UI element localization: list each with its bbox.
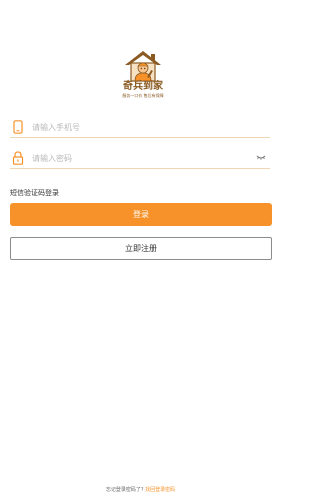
login-button[interactable]: 登录 xyxy=(10,203,272,226)
phone-input[interactable] xyxy=(32,118,252,136)
eye-closed-icon[interactable] xyxy=(256,154,266,162)
phone-icon xyxy=(13,120,23,134)
sms-login-link[interactable]: 短信验证码登录 xyxy=(10,188,59,198)
app-logo: 奇兵到家 服务一口价 售后有保障 xyxy=(120,50,166,100)
logo-subtitle: 服务一口价 售后有保障 xyxy=(122,93,164,98)
password-input[interactable] xyxy=(32,149,252,167)
recover-password-link[interactable]: 找回登录密码 xyxy=(145,487,175,493)
lock-icon xyxy=(12,151,24,165)
forgot-password-question: 忘记登录密码了? xyxy=(105,487,144,493)
logo-title: 奇兵到家 xyxy=(123,81,163,92)
phone-field xyxy=(10,117,270,138)
register-button[interactable]: 立即注册 xyxy=(10,237,272,260)
footer: 忘记登录密码了? 找回登录密码 xyxy=(0,486,281,493)
house-worker-logo-icon xyxy=(125,51,161,82)
password-field xyxy=(10,148,270,169)
